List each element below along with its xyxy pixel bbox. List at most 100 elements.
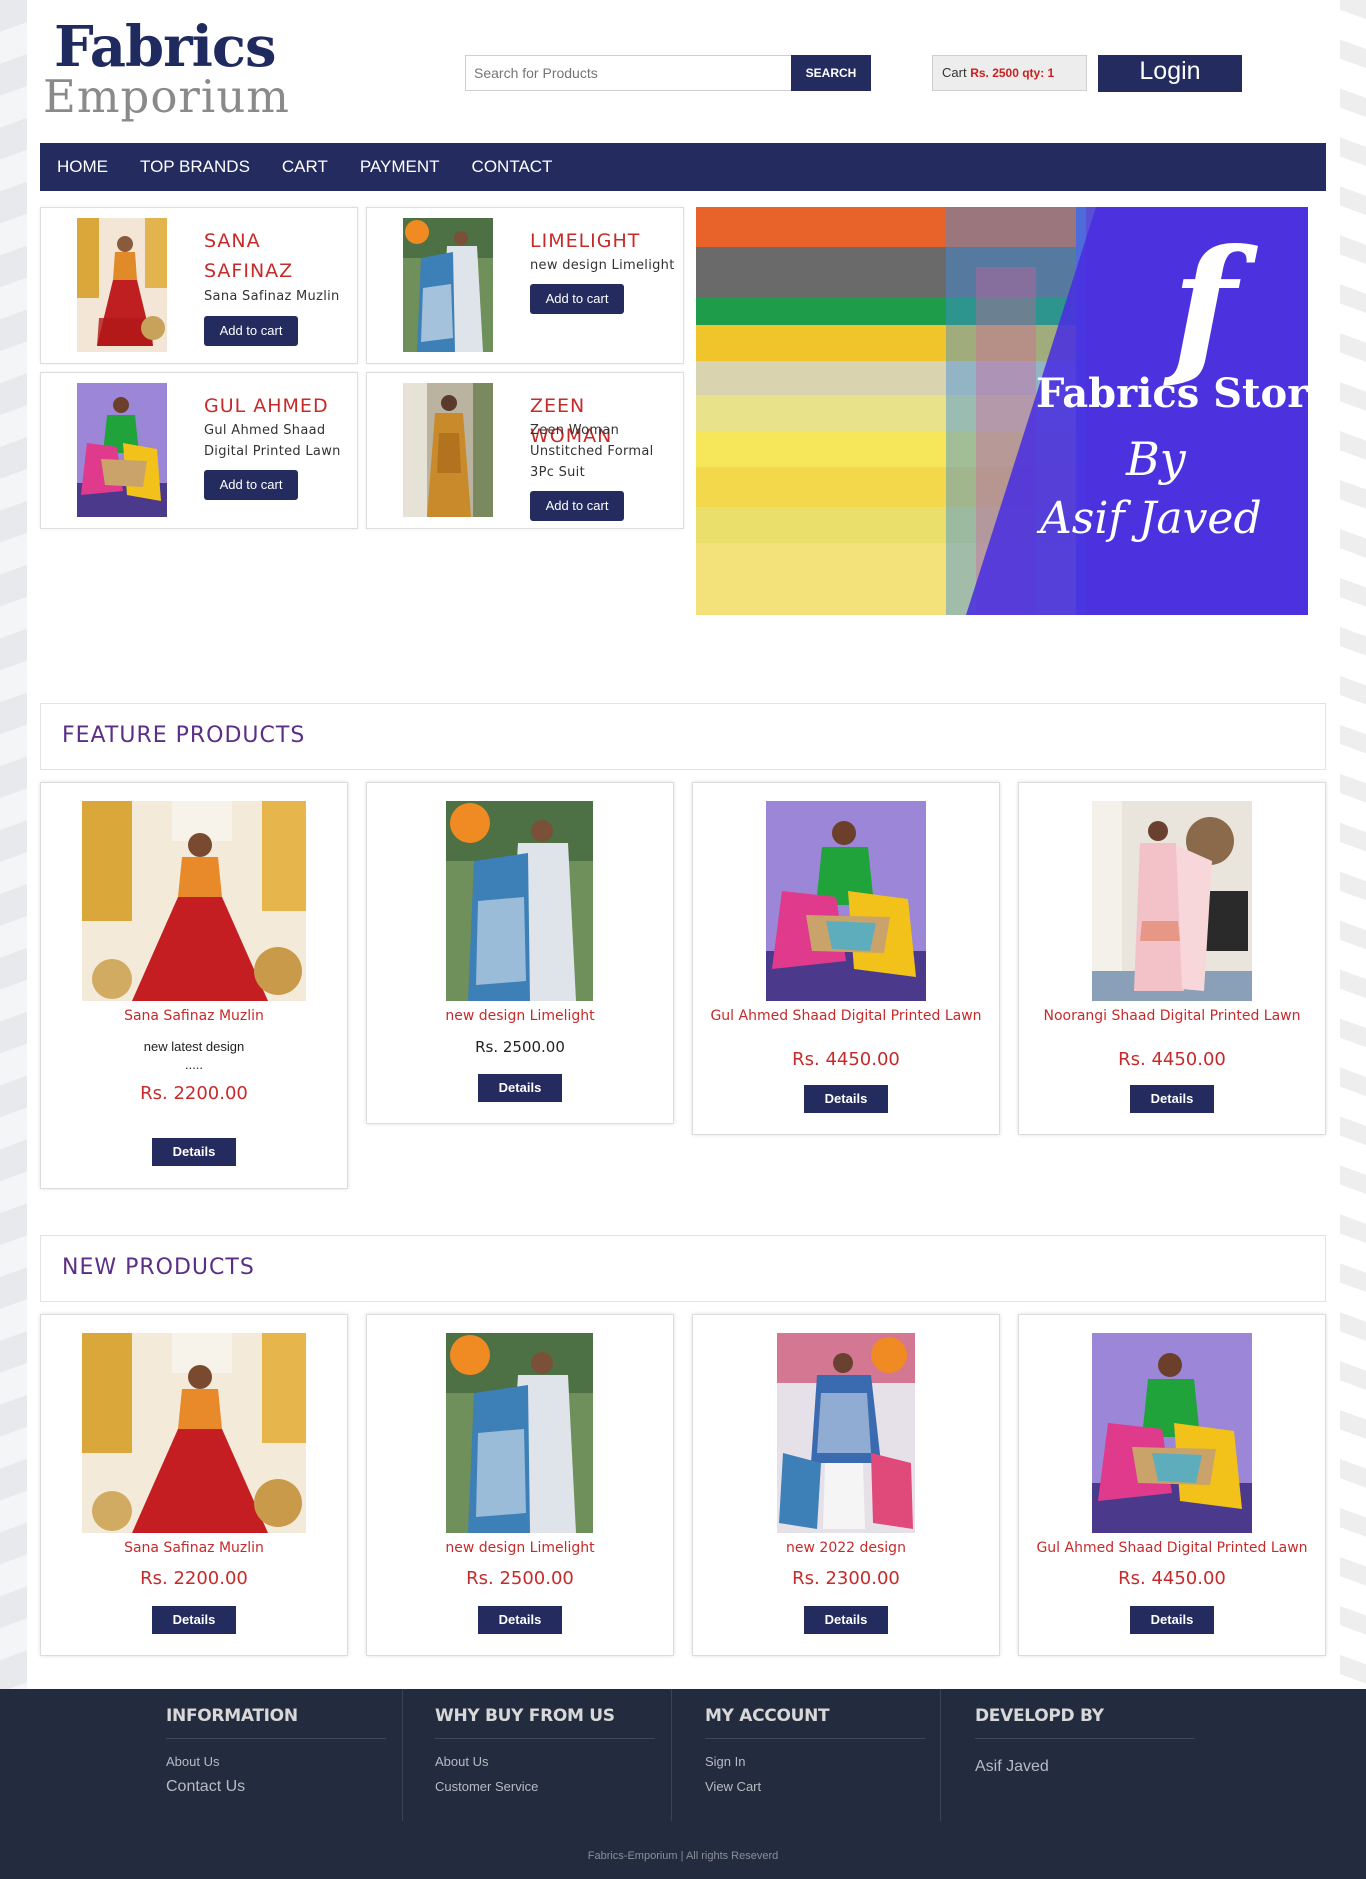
cart-label: Cart: [942, 65, 967, 80]
product-name[interactable]: Sana Safinaz Muzlin: [41, 1540, 347, 1556]
nav-top-brands[interactable]: TOP BRANDS: [140, 157, 250, 177]
footer-my-account: MY ACCOUNT Sign In View Cart: [705, 1689, 941, 1821]
product-description: new latest design: [143, 1039, 245, 1054]
product-description-ellipsis: .....: [184, 1057, 204, 1072]
product-name[interactable]: Noorangi Shaad Digital Printed Lawn: [1019, 1008, 1325, 1024]
details-button[interactable]: Details: [478, 1074, 562, 1102]
logo-line2: Emporium: [43, 70, 290, 123]
banner-by: By: [1125, 432, 1187, 486]
product-image[interactable]: [446, 801, 593, 1001]
footer-divider: [435, 1738, 655, 1739]
background-stripe-left: [0, 0, 27, 1690]
top-product-card: ZEEN WOMAN Zeen Woman Unstitched Formal …: [366, 372, 684, 529]
product-price: Rs. 2500.00: [475, 1038, 565, 1056]
product-card: Sana Safinaz Muzlin Rs. 2200.00 Details: [40, 1314, 348, 1656]
main-nav: HOME TOP BRANDS CART PAYMENT CONTACT: [40, 143, 1326, 191]
product-card: Noorangi Shaad Digital Printed Lawn Rs. …: [1018, 782, 1326, 1135]
background-stripe-right: [1340, 0, 1366, 1690]
product-image[interactable]: [1092, 801, 1252, 1001]
footer-link-view-cart[interactable]: View Cart: [705, 1779, 761, 1794]
product-name[interactable]: Sana Safinaz Muzlin: [41, 1008, 347, 1024]
footer-link-about[interactable]: About Us: [435, 1754, 488, 1769]
footer-heading: INFORMATION: [166, 1706, 298, 1726]
product-image[interactable]: [403, 218, 493, 352]
details-button[interactable]: Details: [1130, 1606, 1214, 1634]
footer-divider: [975, 1738, 1195, 1739]
footer-heading: DEVELOPD BY: [975, 1706, 1104, 1726]
product-card: Gul Ahmed Shaad Digital Printed Lawn Rs.…: [692, 782, 1000, 1135]
product-price: Rs. 2300.00: [792, 1568, 900, 1589]
product-name[interactable]: new design Limelight: [367, 1008, 673, 1024]
product-price: Rs. 2200.00: [140, 1568, 248, 1589]
product-image[interactable]: [77, 218, 167, 352]
top-product-card: GUL AHMED Gul Ahmed Shaad Digital Printe…: [40, 372, 358, 529]
site-logo[interactable]: Fabrics Emporium: [43, 14, 289, 124]
product-brand-title[interactable]: SANA SAFINAZ: [204, 226, 344, 286]
product-card: new 2022 design Rs. 2300.00 Details: [692, 1314, 1000, 1656]
footer-heading: MY ACCOUNT: [705, 1706, 830, 1726]
product-image[interactable]: [1092, 1333, 1252, 1533]
product-brand-title[interactable]: LIMELIGHT: [530, 226, 670, 256]
details-button[interactable]: Details: [804, 1606, 888, 1634]
footer-heading: WHY BUY FROM US: [435, 1706, 615, 1726]
product-name[interactable]: new 2022 design: [693, 1540, 999, 1556]
product-description: Sana Safinaz Muzlin: [204, 289, 340, 304]
footer-link-contact[interactable]: Contact Us: [166, 1778, 245, 1796]
add-to-cart-button[interactable]: Add to cart: [204, 316, 298, 346]
product-name[interactable]: new design Limelight: [367, 1540, 673, 1556]
product-price: Rs. 4450.00: [1118, 1049, 1226, 1070]
add-to-cart-button[interactable]: Add to cart: [530, 284, 624, 314]
nav-contact[interactable]: CONTACT: [472, 157, 553, 177]
add-to-cart-button[interactable]: Add to cart: [204, 470, 298, 500]
developer-name: Asif Javed: [975, 1758, 1049, 1775]
product-brand-title[interactable]: GUL AHMED: [204, 391, 344, 421]
product-price: Rs. 2200.00: [140, 1083, 248, 1104]
nav-home[interactable]: HOME: [57, 157, 108, 177]
footer-why-buy: WHY BUY FROM US About Us Customer Servic…: [435, 1689, 672, 1821]
details-button[interactable]: Details: [478, 1606, 562, 1634]
product-description: Zeen Woman Unstitched Formal 3Pc Suit: [530, 423, 654, 480]
details-button[interactable]: Details: [152, 1606, 236, 1634]
product-name[interactable]: Gul Ahmed Shaad Digital Printed Lawn: [693, 1008, 999, 1024]
nav-cart[interactable]: CART: [282, 157, 328, 177]
cart-amount: Rs. 2500 qty: 1: [970, 66, 1055, 80]
footer-developer: DEVELOPD BY Asif Javed: [975, 1689, 1215, 1821]
details-button[interactable]: Details: [804, 1085, 888, 1113]
footer-link-about[interactable]: About Us: [166, 1754, 219, 1769]
hero-banner[interactable]: f Fabrics Store By Asif Javed: [696, 207, 1308, 615]
footer-link-sign-in[interactable]: Sign In: [705, 1754, 745, 1769]
new-products-heading: NEW PRODUCTS: [40, 1235, 1326, 1302]
details-button[interactable]: Details: [1130, 1085, 1214, 1113]
product-card: Gul Ahmed Shaad Digital Printed Lawn Rs.…: [1018, 1314, 1326, 1656]
copyright-text: Fabrics-Emporium | All rights Reseverd: [587, 1850, 779, 1862]
top-product-card: LIMELIGHT new design Limelight Add to ca…: [366, 207, 684, 364]
product-price: Rs. 2500.00: [466, 1568, 574, 1589]
product-image[interactable]: [82, 801, 306, 1001]
search-input[interactable]: [465, 55, 792, 91]
product-image[interactable]: [77, 383, 167, 517]
product-description: Gul Ahmed Shaad Digital Printed Lawn: [204, 423, 341, 459]
footer-link-customer-service[interactable]: Customer Service: [435, 1779, 538, 1794]
feature-products-heading: FEATURE PRODUCTS: [40, 703, 1326, 770]
footer-information: INFORMATION About Us Contact Us: [166, 1689, 403, 1821]
product-image[interactable]: [777, 1333, 915, 1533]
login-button[interactable]: Login: [1098, 55, 1242, 92]
product-image[interactable]: [446, 1333, 593, 1533]
product-image[interactable]: [82, 1333, 306, 1533]
product-description: new design Limelight: [530, 258, 675, 273]
product-card: Sana Safinaz Muzlin new latest design ..…: [40, 782, 348, 1189]
search-button[interactable]: SEARCH: [791, 55, 871, 91]
product-price: Rs. 4450.00: [1118, 1568, 1226, 1589]
product-image[interactable]: [766, 801, 926, 1001]
nav-payment[interactable]: PAYMENT: [360, 157, 440, 177]
product-name[interactable]: Gul Ahmed Shaad Digital Printed Lawn: [1019, 1540, 1325, 1556]
site-footer: INFORMATION About Us Contact Us WHY BUY …: [0, 1689, 1366, 1879]
cart-summary[interactable]: Cart Rs. 2500 qty: 1: [932, 55, 1087, 91]
add-to-cart-button[interactable]: Add to cart: [530, 491, 624, 521]
product-card: new design Limelight Rs. 2500.00 Details: [366, 1314, 674, 1656]
footer-divider: [166, 1738, 386, 1739]
product-image[interactable]: [403, 383, 493, 517]
details-button[interactable]: Details: [152, 1138, 236, 1166]
top-product-card: SANA SAFINAZ Sana Safinaz Muzlin Add to …: [40, 207, 358, 364]
product-price: Rs. 4450.00: [792, 1049, 900, 1070]
